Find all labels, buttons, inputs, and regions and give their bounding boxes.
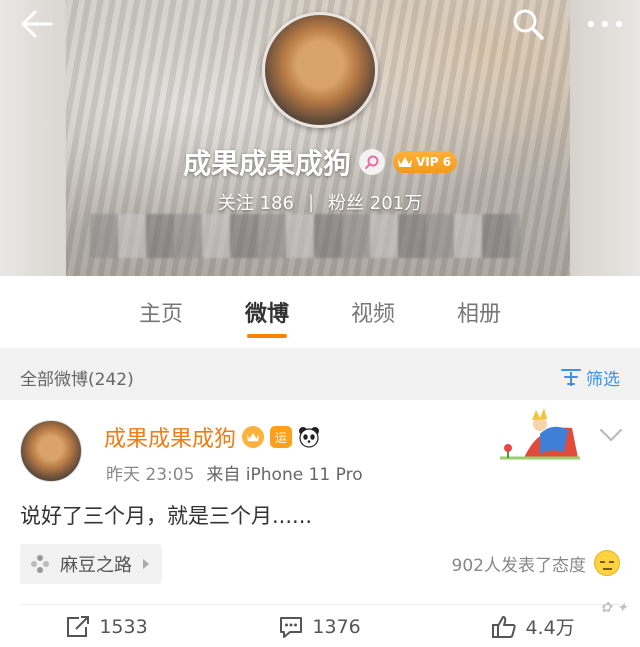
watermark-logo: ✿ ✦ [600,600,628,616]
following-stat[interactable]: 关注 186 [218,189,294,215]
comment-button[interactable]: 1376 [278,615,361,639]
tab-video[interactable]: 视频 [349,276,397,348]
arrow-left-icon [21,10,53,38]
repost-button[interactable]: 1533 [65,615,148,639]
fans-stat[interactable]: 粉丝 201万 [328,189,422,215]
share-icon [67,615,90,637]
pinwheel-icon [31,555,49,573]
stat-separator: | [307,191,315,213]
post-card[interactable]: 成果成果成狗 运 昨天 23:05 来自 iPhone 11 Pro 说好了三个… [0,400,640,647]
magnifier-badge-icon [364,155,379,169]
topic-chip[interactable]: 麻豆之路 [20,544,162,584]
thumbs-up-icon [492,615,517,638]
search-button[interactable] [508,6,548,42]
reaction-summary[interactable]: 902人发表了态度 [452,550,620,576]
tab-album[interactable]: 相册 [455,276,503,348]
post-time: 昨天 23:05 [106,465,195,485]
search-icon [513,9,544,40]
filter-icon [561,369,581,386]
comment-icon [280,616,303,638]
panda-badge[interactable] [298,426,321,448]
post-source[interactable]: 来自 iPhone 11 Pro [206,460,362,485]
divider [20,604,620,605]
vip-badge[interactable]: VIP 6 [392,151,458,173]
panda-icon [299,427,320,448]
tab-weibo[interactable]: 微博 [243,276,291,348]
profile-tabs: 主页 微博 视频 相册 [0,276,640,348]
luck-badge[interactable]: 运 [270,426,293,448]
all-posts-count: 全部微博(242) [20,369,134,390]
filter-bar: 全部微博(242) 筛选 [0,356,640,398]
back-button[interactable] [16,6,56,42]
post-avatar[interactable] [20,420,82,482]
crown-icon [247,432,260,442]
like-button[interactable]: 4.4万 [491,613,575,640]
profile-cover: 成果成果成狗 VIP 6 关注 186 | 粉丝 201万 [0,0,640,276]
chevron-down-icon [599,428,623,442]
post-text: 说好了三个月，就是三个月...... [20,504,313,528]
profile-name: 成果成果成狗 [182,147,351,180]
topic-label: 麻豆之路 [60,555,132,576]
post-author[interactable]: 成果成果成狗 [104,421,236,453]
post-actions: 1533 1376 4.4万 [0,606,640,647]
caret-right-icon [143,559,149,569]
profile-avatar[interactable] [262,12,378,128]
unamused-emoji-icon [594,550,620,576]
more-dots-icon [587,20,623,28]
more-button[interactable] [582,6,628,42]
filter-button[interactable]: 筛选 [560,365,620,390]
blurred-bio [90,214,520,258]
tab-home[interactable]: 主页 [137,276,185,348]
vip-label: VIP 6 [415,155,452,169]
little-prince-decoration-icon [500,408,580,460]
post-menu-button[interactable] [598,422,624,448]
crown-icon [397,157,412,167]
vip-crown-badge[interactable] [242,426,265,448]
verified-search-badge[interactable] [358,149,385,175]
